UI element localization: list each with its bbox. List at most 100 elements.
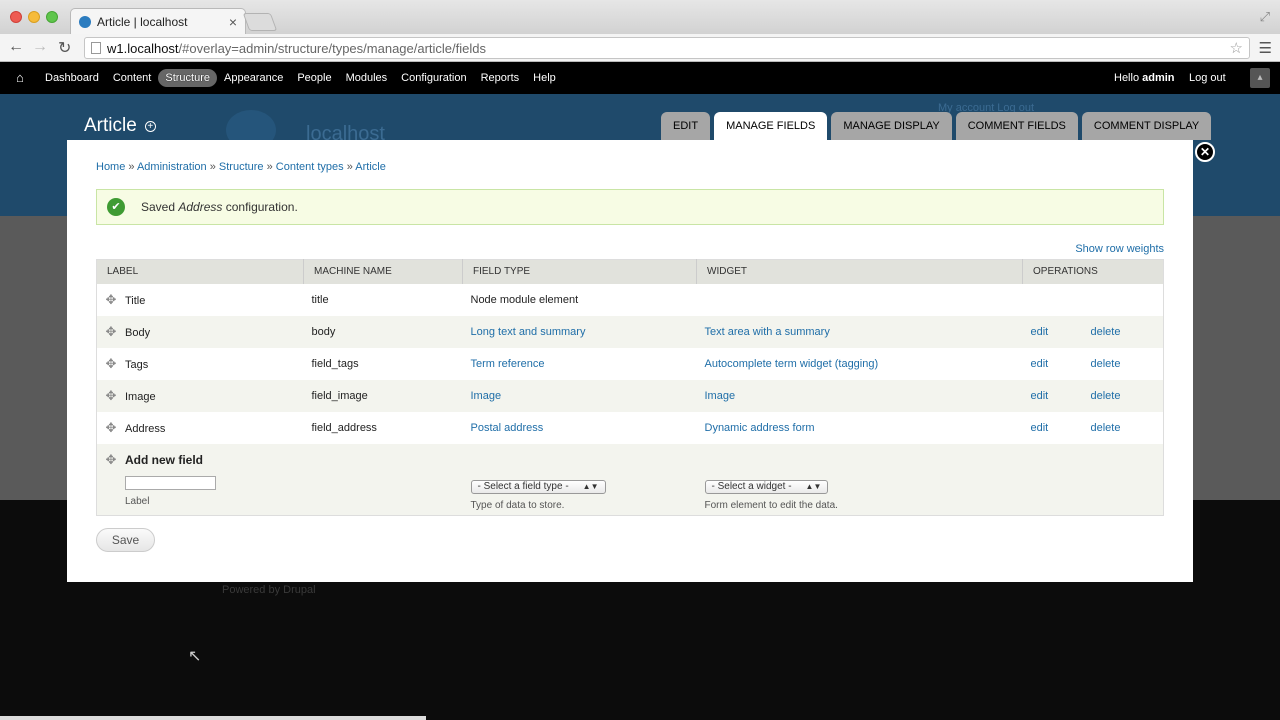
cell-label: ✥ Body <box>96 315 304 348</box>
cell-widget: Autocomplete term widget (tagging) <box>696 347 1023 380</box>
widget-link[interactable]: Image <box>705 390 736 402</box>
cell-label: ✥ Title <box>96 283 304 316</box>
cell-widget: Dynamic address form <box>696 411 1023 444</box>
close-overlay-icon[interactable]: ✕ <box>1195 142 1215 162</box>
drag-handle-icon[interactable]: ✥ <box>105 292 117 308</box>
tab-manage-display[interactable]: MANAGE DISPLAY <box>831 112 952 140</box>
admin-menu-item-reports[interactable]: Reports <box>474 69 527 87</box>
admin-menu-item-structure[interactable]: Structure <box>158 69 217 87</box>
page-icon <box>91 42 101 54</box>
field-type-link[interactable]: Long text and summary <box>471 326 586 338</box>
new-field-label-input[interactable] <box>125 475 216 490</box>
back-arrow-icon[interactable]: ← <box>8 38 24 56</box>
breadcrumb-link[interactable]: Structure <box>219 161 264 173</box>
cell-field-type: Postal address <box>462 411 697 444</box>
cell-widget: Image <box>696 379 1023 412</box>
tab-comment-display[interactable]: COMMENT DISPLAY <box>1081 112 1212 140</box>
breadcrumb-separator: » <box>263 161 276 173</box>
admin-menu-item-modules[interactable]: Modules <box>339 69 395 87</box>
show-row-weights-link[interactable]: Show row weights <box>1075 243 1164 255</box>
toolbar-drawer-toggle-icon[interactable]: ▴ <box>1250 68 1270 88</box>
close-tab-icon[interactable]: × <box>229 14 237 30</box>
fullscreen-icon[interactable]: ⤢ <box>1260 9 1270 25</box>
edit-link[interactable]: edit <box>1031 326 1091 338</box>
minimize-window-icon[interactable] <box>28 11 40 23</box>
drag-handle-icon[interactable]: ✥ <box>105 356 117 372</box>
header-field-type: FIELD TYPE <box>462 259 697 284</box>
widget-select[interactable]: - Select a widget - ▲▼ <box>704 479 829 494</box>
admin-menu-item-help[interactable]: Help <box>526 69 563 87</box>
breadcrumb: Home » Administration » Structure » Cont… <box>96 161 386 173</box>
fields-table: LABEL MACHINE NAME FIELD TYPE WIDGET OPE… <box>96 259 1164 516</box>
fields-table-body: ✥ Title title Node module element ✥ Body body L… <box>96 283 1164 516</box>
widget-link[interactable]: Text area with a summary <box>705 326 830 338</box>
header-widget: WIDGET <box>696 259 1023 284</box>
browser-tab[interactable]: Article | localhost × <box>70 8 246 34</box>
header-machine-name: MACHINE NAME <box>303 259 463 284</box>
drag-handle-icon[interactable]: ✥ <box>105 388 117 404</box>
browser-tab-title: Article | localhost <box>97 14 188 29</box>
save-button[interactable]: Save <box>96 528 155 552</box>
widget-link[interactable]: Autocomplete term widget (tagging) <box>705 358 879 370</box>
widget-link[interactable]: Dynamic address form <box>705 422 815 434</box>
cell-add-label: ✥ Add new field Label <box>96 443 304 516</box>
admin-menu-item-dashboard[interactable]: Dashboard <box>38 69 106 87</box>
new-tab-button[interactable] <box>242 13 278 31</box>
overlay-panel: Home » Administration » Structure » Cont… <box>67 140 1193 582</box>
delete-link[interactable]: delete <box>1091 358 1121 370</box>
forward-arrow-icon[interactable]: → <box>32 38 48 56</box>
drag-handle-icon[interactable]: ✥ <box>105 420 117 436</box>
reload-icon[interactable]: ↻ <box>58 38 71 58</box>
admin-menu-item-content[interactable]: Content <box>106 69 159 87</box>
drag-handle-icon[interactable]: ✥ <box>105 452 117 468</box>
admin-menu-item-configuration[interactable]: Configuration <box>394 69 473 87</box>
delete-link[interactable]: delete <box>1091 326 1121 338</box>
breadcrumb-link[interactable]: Home <box>96 161 125 173</box>
field-label: Body <box>125 326 151 339</box>
cell-field-type: Image <box>462 379 697 412</box>
widget-description: Form element to edit the data. <box>704 499 838 511</box>
cell-field-type: Long text and summary <box>462 315 697 348</box>
browser-menu-icon[interactable]: ☰ <box>1259 39 1272 57</box>
table-row: ✥ Body body Long text and summary Text area … <box>96 315 1164 348</box>
tab-edit[interactable]: EDIT <box>661 112 711 140</box>
header-operations: OPERATIONS <box>1022 259 1164 284</box>
cell-operations: edit delete <box>1022 315 1164 348</box>
address-bar[interactable]: w1.localhost/#overlay=admin/structure/ty… <box>84 37 1250 59</box>
cell-machine-name: field_address <box>303 411 463 444</box>
logout-link[interactable]: Log out <box>1189 72 1226 84</box>
table-row: ✥ Image field_image Image Image edit delete <box>96 379 1164 412</box>
field-type-link[interactable]: Image <box>471 390 502 402</box>
drag-handle-icon[interactable]: ✥ <box>105 324 117 340</box>
checkmark-icon: ✔ <box>107 198 125 216</box>
tab-manage-fields[interactable]: MANAGE FIELDS <box>714 112 828 140</box>
delete-link[interactable]: delete <box>1091 390 1121 402</box>
home-icon[interactable]: ⌂ <box>16 70 24 85</box>
zoom-window-icon[interactable] <box>46 11 58 23</box>
field-type-select[interactable]: - Select a field type - ▲▼ <box>470 479 606 494</box>
breadcrumb-link[interactable]: Administration <box>137 161 207 173</box>
bottom-scrollbar[interactable] <box>0 716 426 720</box>
edit-link[interactable]: edit <box>1031 422 1091 434</box>
cell-label: ✥ Image <box>96 379 304 412</box>
field-type-link[interactable]: Postal address <box>471 422 544 434</box>
username-link[interactable]: admin <box>1142 72 1174 84</box>
header-label: LABEL <box>96 259 304 284</box>
delete-link[interactable]: delete <box>1091 422 1121 434</box>
breadcrumb-link[interactable]: Content types <box>276 161 344 173</box>
edit-link[interactable]: edit <box>1031 390 1091 402</box>
cell-machine-name: body <box>303 315 463 348</box>
admin-menu-item-appearance[interactable]: Appearance <box>217 69 290 87</box>
field-type-description: Type of data to store. <box>470 499 565 511</box>
tab-comment-fields[interactable]: COMMENT FIELDS <box>955 112 1078 140</box>
breadcrumb-link[interactable]: Article <box>355 161 386 173</box>
field-type-link[interactable]: Term reference <box>471 358 545 370</box>
field-label: Title <box>125 294 146 307</box>
close-window-icon[interactable] <box>10 11 22 23</box>
add-shortcut-icon[interactable]: + <box>144 120 156 132</box>
hello-user: Hello admin <box>1114 72 1175 84</box>
edit-link[interactable]: edit <box>1031 358 1091 370</box>
cell-widget <box>696 283 1023 316</box>
admin-menu-item-people[interactable]: People <box>290 69 338 87</box>
bookmark-star-icon[interactable]: ☆ <box>1230 39 1243 57</box>
